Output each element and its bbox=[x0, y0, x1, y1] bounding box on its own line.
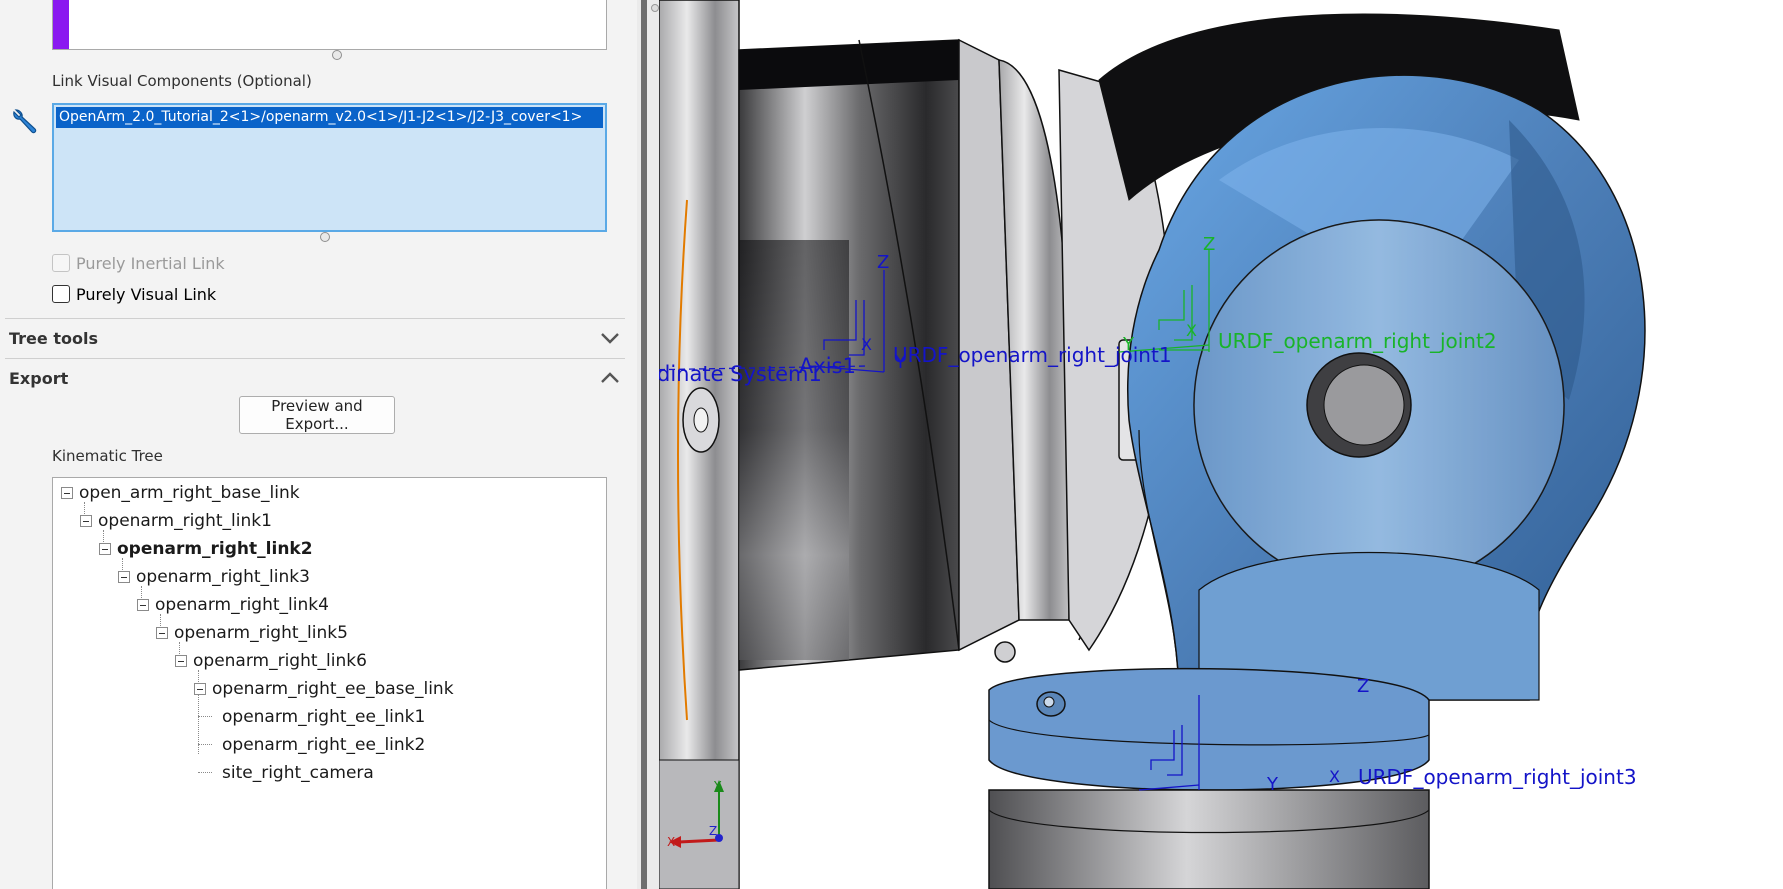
link-visual-components-list[interactable]: OpenArm_2.0_Tutorial_2<1>/openarm_v2.0<1… bbox=[52, 103, 607, 232]
triad-x-label: X bbox=[667, 835, 675, 849]
wrench-icon bbox=[13, 109, 37, 134]
splitter-knob[interactable] bbox=[651, 4, 659, 12]
tree-node-label: openarm_right_ee_link2 bbox=[222, 735, 426, 755]
collapse-icon[interactable] bbox=[61, 487, 73, 499]
joint2-label[interactable]: URDF_openarm_right_joint2 bbox=[1218, 329, 1497, 353]
collapse-icon[interactable] bbox=[118, 571, 130, 583]
link-components-list[interactable] bbox=[52, 0, 607, 50]
cad-model-render[interactable]: dinate System1 Axis1 URDF_openarm_right_… bbox=[659, 0, 1783, 889]
tree-node-label: openarm_right_link2 bbox=[117, 539, 313, 559]
kinematic-tree-label: Kinematic Tree bbox=[52, 447, 163, 465]
tree-node-label: openarm_right_link3 bbox=[136, 567, 310, 587]
triad-z-label: Z bbox=[709, 824, 717, 838]
splitter-rail[interactable] bbox=[641, 0, 647, 889]
purely-inertial-label: Purely Inertial Link bbox=[76, 254, 225, 273]
visual-list-resize-handle[interactable] bbox=[320, 232, 330, 242]
link-visual-component-item[interactable]: OpenArm_2.0_Tutorial_2<1>/openarm_v2.0<1… bbox=[56, 107, 603, 128]
purely-inertial-checkbox[interactable] bbox=[52, 254, 70, 272]
tree-node-label: openarm_right_link1 bbox=[98, 511, 272, 531]
property-manager-panel: Link Visual Components (Optional) OpenAr… bbox=[0, 0, 637, 889]
joint3-label[interactable]: URDF_openarm_right_joint3 bbox=[1358, 765, 1637, 789]
tree-tools-title: Tree tools bbox=[9, 329, 98, 348]
collapse-icon[interactable] bbox=[99, 543, 111, 555]
list-resize-handle[interactable] bbox=[332, 50, 342, 60]
joint1-z-axis-label: Z bbox=[877, 252, 889, 273]
purely-visual-checkbox[interactable] bbox=[52, 285, 70, 303]
joint2-z-axis-label: Z bbox=[1203, 234, 1215, 255]
tree-node-label: open_arm_right_base_link bbox=[79, 483, 300, 503]
selection-color-swatch bbox=[53, 0, 69, 49]
joint2-x-axis-label: X bbox=[1186, 321, 1197, 340]
joint3-y-axis-label: Y bbox=[1266, 774, 1279, 795]
joint1-x-axis-label: X bbox=[861, 335, 872, 354]
kinematic-tree[interactable]: open_arm_right_base_link openarm_right_l… bbox=[52, 477, 607, 889]
joint2-y-axis-label: Y bbox=[1122, 334, 1135, 355]
panel-splitter[interactable] bbox=[637, 0, 659, 889]
tree-node-label: site_right_camera bbox=[222, 763, 374, 783]
joint1-y-axis-label: Y bbox=[894, 352, 907, 373]
tree-tools-section-header[interactable]: Tree tools bbox=[5, 318, 625, 358]
collapse-icon[interactable] bbox=[156, 627, 168, 639]
graphics-viewport[interactable]: dinate System1 Axis1 URDF_openarm_right_… bbox=[659, 0, 1783, 889]
collapse-icon[interactable] bbox=[194, 683, 206, 695]
purely-visual-label: Purely Visual Link bbox=[76, 285, 217, 304]
triad-y-label: Y bbox=[713, 779, 722, 793]
collapse-icon[interactable] bbox=[137, 599, 149, 611]
joint3-x-axis-label: X bbox=[1329, 767, 1340, 786]
axis1-label[interactable]: Axis1 bbox=[799, 354, 856, 378]
tree-node-label: openarm_right_link6 bbox=[193, 651, 367, 671]
tree-node-label: openarm_right_ee_base_link bbox=[212, 679, 454, 699]
coordinate-system-label[interactable]: dinate System1 bbox=[659, 362, 822, 386]
chevron-up-icon[interactable] bbox=[599, 367, 621, 389]
link-visual-components-label: Link Visual Components (Optional) bbox=[52, 72, 312, 90]
chevron-down-icon[interactable] bbox=[599, 327, 621, 349]
tree-node-label: openarm_right_link4 bbox=[155, 595, 329, 615]
tree-node-label: openarm_right_ee_link1 bbox=[222, 707, 426, 727]
export-title: Export bbox=[9, 369, 69, 388]
joint3-z-axis-label: Z bbox=[1357, 676, 1369, 697]
collapse-icon[interactable] bbox=[80, 515, 92, 527]
collapse-icon[interactable] bbox=[175, 655, 187, 667]
export-section-header[interactable]: Export bbox=[5, 358, 625, 398]
preview-and-export-button[interactable]: Preview and Export... bbox=[239, 396, 395, 434]
tree-node-label: openarm_right_link5 bbox=[174, 623, 348, 643]
